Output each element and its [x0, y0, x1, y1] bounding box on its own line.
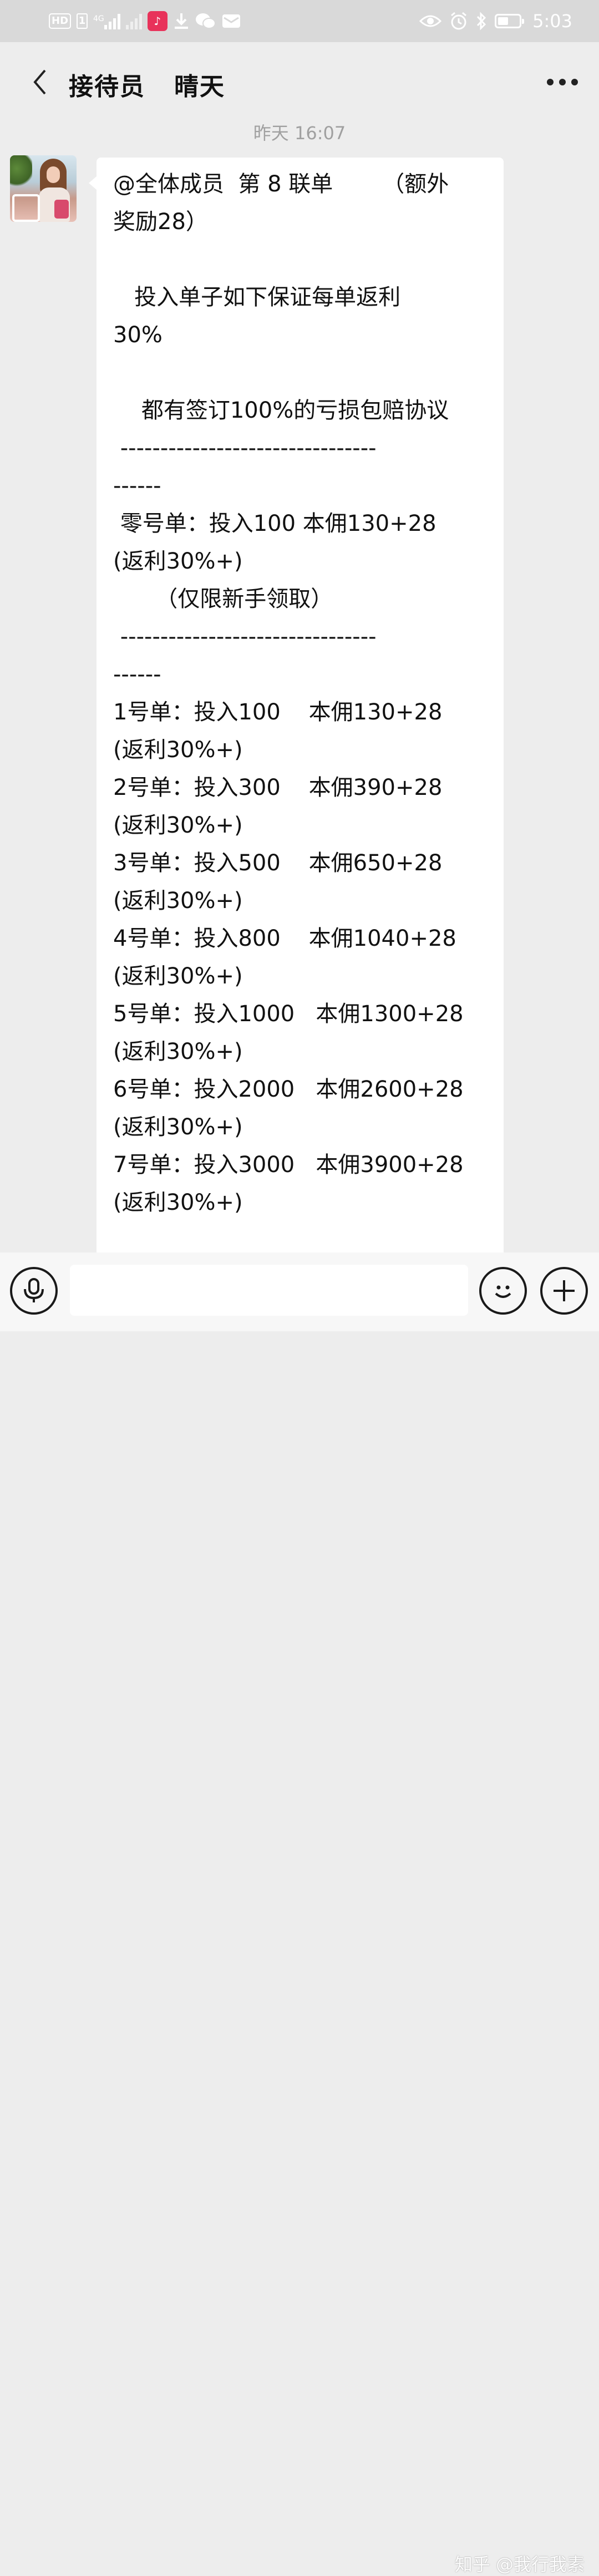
avatar[interactable] — [10, 155, 77, 222]
status-time: 5:03 — [532, 11, 572, 32]
message-line: （仅限新手领取） — [113, 586, 333, 612]
message-line: 5号单：投入1000 本佣1300+28 — [113, 1001, 464, 1027]
message-line: 3号单：投入500 本佣650+28 — [113, 850, 443, 876]
more-button[interactable] — [541, 68, 583, 97]
message-line: 零号单：投入100 本佣130+28 — [113, 511, 436, 536]
voice-button[interactable] — [10, 1267, 58, 1315]
status-bar: HD 1 4G ♪ 5:03 — [0, 0, 599, 42]
plus-icon — [554, 1280, 575, 1301]
battery-icon — [495, 14, 525, 28]
message-line: (返利30%+) — [113, 1039, 243, 1064]
message-line: 都有签订100%的亏损包赔协议 — [113, 398, 449, 423]
eye-icon — [419, 13, 442, 29]
message-line: (返利30%+) — [113, 1114, 243, 1140]
message-line: (返利30%+) — [113, 1190, 243, 1215]
chevron-left-icon — [33, 69, 46, 95]
message-line: ------ — [113, 662, 161, 687]
watermark-text: 知乎 @我行我素 — [454, 2554, 585, 2575]
signal-icon: 4G — [93, 13, 120, 29]
message-line: 投入单子如下保证每单返利 — [113, 285, 401, 310]
status-bar-left: HD 1 4G ♪ — [49, 9, 241, 33]
chat-area[interactable]: 昨天 16:07 @全体成员 第 8 联单 （额外 奖励28） 投入单子如下保证每… — [0, 122, 599, 1252]
message-line: -------------------------------- — [113, 624, 377, 650]
bluetooth-icon — [476, 12, 487, 31]
message-line: 6号单：投入2000 本佣2600+28 — [113, 1077, 464, 1102]
smiley-icon — [495, 1285, 511, 1298]
download-icon — [173, 12, 190, 30]
message-line: (返利30%+) — [113, 813, 243, 838]
message-line — [113, 354, 487, 392]
sim-icon: 1 — [77, 13, 88, 29]
plus-button[interactable] — [540, 1267, 588, 1315]
message-line: (返利30%+) — [113, 737, 243, 763]
hd-icon: HD — [49, 13, 72, 29]
message-timestamp: 昨天 16:07 — [253, 123, 346, 144]
message-line: 1号单：投入100 本佣130+28 — [113, 699, 443, 725]
message-line: 奖励28） — [113, 209, 208, 235]
battery-fill — [498, 17, 509, 25]
message-line: 7号单：投入3000 本佣3900+28 — [113, 1152, 464, 1178]
message-line: (返利30%+) — [113, 964, 243, 989]
microphone-icon — [24, 1278, 44, 1302]
more-dots-icon — [547, 79, 554, 85]
message-line: -------------------------------- — [113, 435, 377, 461]
emoji-button[interactable] — [479, 1267, 527, 1315]
message-line: ------ — [113, 473, 161, 499]
status-bar-right: 5:03 — [419, 9, 572, 33]
message-line: (返利30%+) — [113, 888, 243, 914]
back-button[interactable] — [22, 64, 58, 100]
tiktok-icon: ♪ — [147, 11, 167, 31]
chat-header: 接待员 晴天 — [0, 42, 599, 122]
wechat-icon — [195, 12, 216, 30]
network-type-label: 4G — [93, 14, 104, 23]
message-line — [113, 241, 487, 278]
chat-title: 接待员 晴天 — [69, 73, 225, 101]
message-line: 4号单：投入800 本佣1040+28 — [113, 926, 456, 951]
input-bar: 知乎 @我行我素 — [0, 1252, 599, 2575]
message-line: (返利30%+) — [113, 549, 243, 574]
mail-icon — [222, 13, 241, 29]
message-input[interactable] — [70, 1265, 468, 1316]
message-line: 2号单：投入300 本佣390+28 — [113, 775, 443, 800]
message-line: 30% — [113, 322, 163, 348]
alarm-icon — [449, 12, 468, 31]
message-bubble[interactable]: @全体成员 第 8 联单 （额外 奖励28） 投入单子如下保证每单返利 30% 都有… — [89, 158, 504, 1252]
no-signal-icon — [125, 13, 142, 29]
message-line: @全体成员 第 8 联单 （额外 — [113, 171, 449, 197]
